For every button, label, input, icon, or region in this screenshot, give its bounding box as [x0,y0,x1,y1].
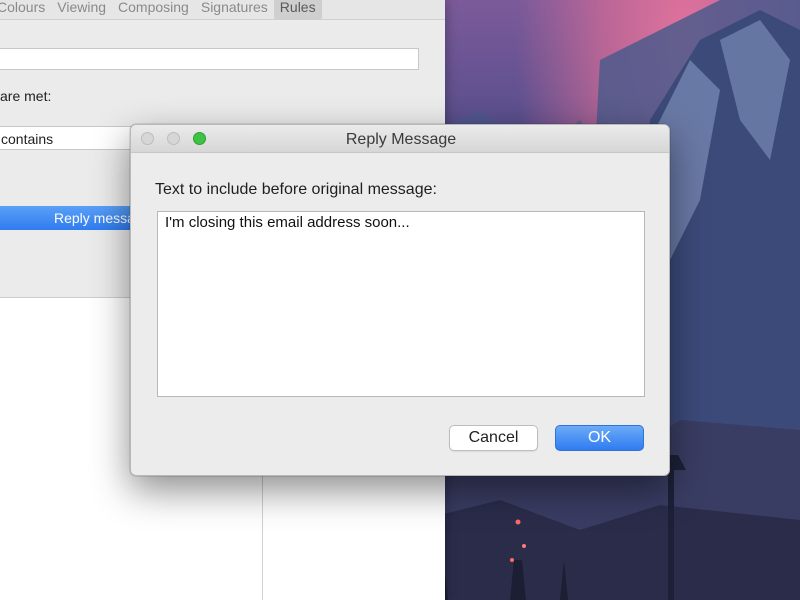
condition-operator-label: contains [1,131,54,147]
cancel-button[interactable]: Cancel [449,425,538,451]
tab-rules[interactable]: Rules [273,0,322,20]
reply-text-area[interactable]: I'm closing this email address soon... [157,211,645,397]
conditions-label: are met: [0,88,52,104]
tab-viewing[interactable]: Viewing [51,0,112,20]
tab-composing[interactable]: Composing [112,0,195,20]
preferences-tab-bar: Colours Viewing Composing Signatures Rul… [0,0,445,20]
reply-message-dialog: Reply Message Text to include before ori… [130,124,670,476]
rule-name-field[interactable] [0,48,419,70]
prompt-label: Text to include before original message: [155,181,437,198]
action-popup[interactable]: Reply message [0,206,151,230]
dialog-titlebar[interactable]: Reply Message [131,125,669,153]
tab-signatures[interactable]: Signatures [195,0,274,20]
dialog-title: Reply Message [345,131,457,148]
ok-button[interactable]: OK [555,425,644,451]
tab-colours[interactable]: Colours [0,0,51,20]
